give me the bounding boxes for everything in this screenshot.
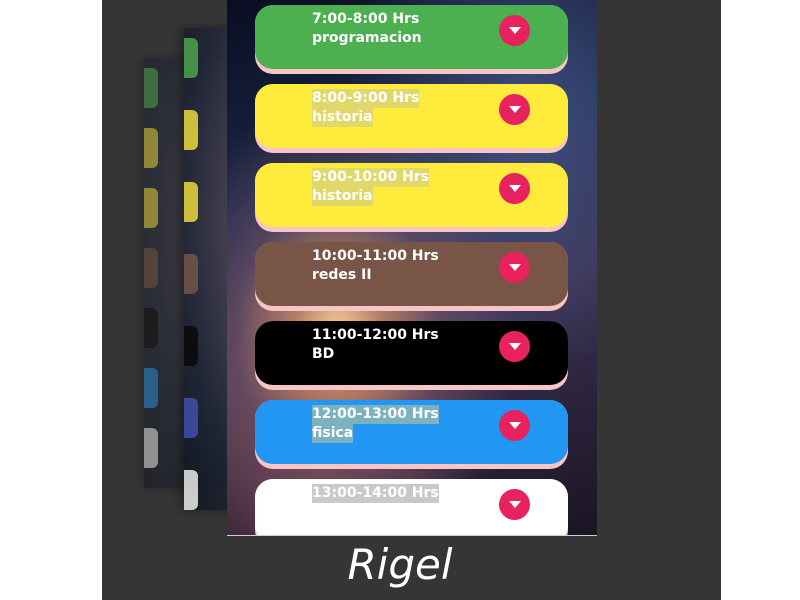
schedule-time: 13:00-14:00 Hrs: [312, 484, 439, 503]
schedule-item[interactable]: 11:00-12:00 Hrs BD: [255, 321, 568, 390]
expand-button[interactable]: [499, 410, 530, 441]
slot-stub: [184, 110, 198, 150]
schedule-item[interactable]: 12:00-13:00 Hrs fisica: [255, 400, 568, 469]
schedule-item-card: 10:00-11:00 Hrs redes II: [255, 242, 568, 306]
slot-stub: [184, 254, 198, 294]
schedule-time: 8:00-9:00 Hrs: [312, 89, 420, 108]
schedule-item[interactable]: 9:00-10:00 Hrs historia: [255, 163, 568, 232]
chevron-down-icon: [508, 106, 521, 113]
chevron-down-icon: [508, 27, 521, 34]
slot-stub: [144, 68, 158, 108]
schedule-item-card: 13:00-14:00 Hrs: [255, 479, 568, 535]
schedule-item[interactable]: 10:00-11:00 Hrs redes II: [255, 242, 568, 311]
slot-stub: [184, 398, 198, 438]
chevron-down-icon: [508, 501, 521, 508]
slot-stub: [144, 248, 158, 288]
chevron-down-icon: [508, 343, 521, 350]
schedule-subject: historia: [312, 187, 373, 206]
schedule-item-card: 8:00-9:00 Hrs historia: [255, 84, 568, 148]
schedule-item[interactable]: 13:00-14:00 Hrs: [255, 479, 568, 535]
schedule-screen: 7:00-8:00 Hrs programacion 8:00-9:00 Hrs…: [227, 0, 597, 536]
expand-button[interactable]: [499, 252, 530, 283]
expand-button[interactable]: [499, 94, 530, 125]
schedule-item-card: 11:00-12:00 Hrs BD: [255, 321, 568, 385]
slot-stub: [144, 368, 158, 408]
schedule-item[interactable]: 7:00-8:00 Hrs programacion: [255, 5, 568, 74]
schedule-item-card: 9:00-10:00 Hrs historia: [255, 163, 568, 227]
schedule-subject: BD: [312, 346, 335, 362]
slot-stub: [144, 188, 158, 228]
expand-button[interactable]: [499, 15, 530, 46]
schedule-time: 12:00-13:00 Hrs: [312, 405, 439, 424]
chevron-down-icon: [508, 185, 521, 192]
chevron-down-icon: [508, 422, 521, 429]
caption-title: Rigel: [347, 540, 453, 589]
slot-stub: [144, 128, 158, 168]
slot-stub: [184, 182, 198, 222]
chevron-down-icon: [508, 264, 521, 271]
slot-stub: [184, 38, 198, 78]
slot-stub: [184, 326, 198, 366]
schedule-time: 11:00-12:00 Hrs: [312, 327, 439, 343]
slot-stub: [144, 428, 158, 468]
schedule-subject: programacion: [312, 30, 422, 46]
schedule-time: 10:00-11:00 Hrs: [312, 248, 439, 264]
schedule-time: 9:00-10:00 Hrs: [312, 168, 430, 187]
slot-stub: [184, 470, 198, 510]
schedule-item-card: 7:00-8:00 Hrs programacion: [255, 5, 568, 69]
schedule-subject: redes II: [312, 267, 372, 283]
schedule-item-card: 12:00-13:00 Hrs fisica: [255, 400, 568, 464]
slot-stub: [144, 308, 158, 348]
schedule-subject: historia: [312, 108, 373, 127]
expand-button[interactable]: [499, 489, 530, 520]
schedule-item[interactable]: 8:00-9:00 Hrs historia: [255, 84, 568, 153]
expand-button[interactable]: [499, 331, 530, 362]
expand-button[interactable]: [499, 173, 530, 204]
schedule-subject: fisica: [312, 424, 354, 443]
schedule-time: 7:00-8:00 Hrs: [312, 11, 420, 27]
